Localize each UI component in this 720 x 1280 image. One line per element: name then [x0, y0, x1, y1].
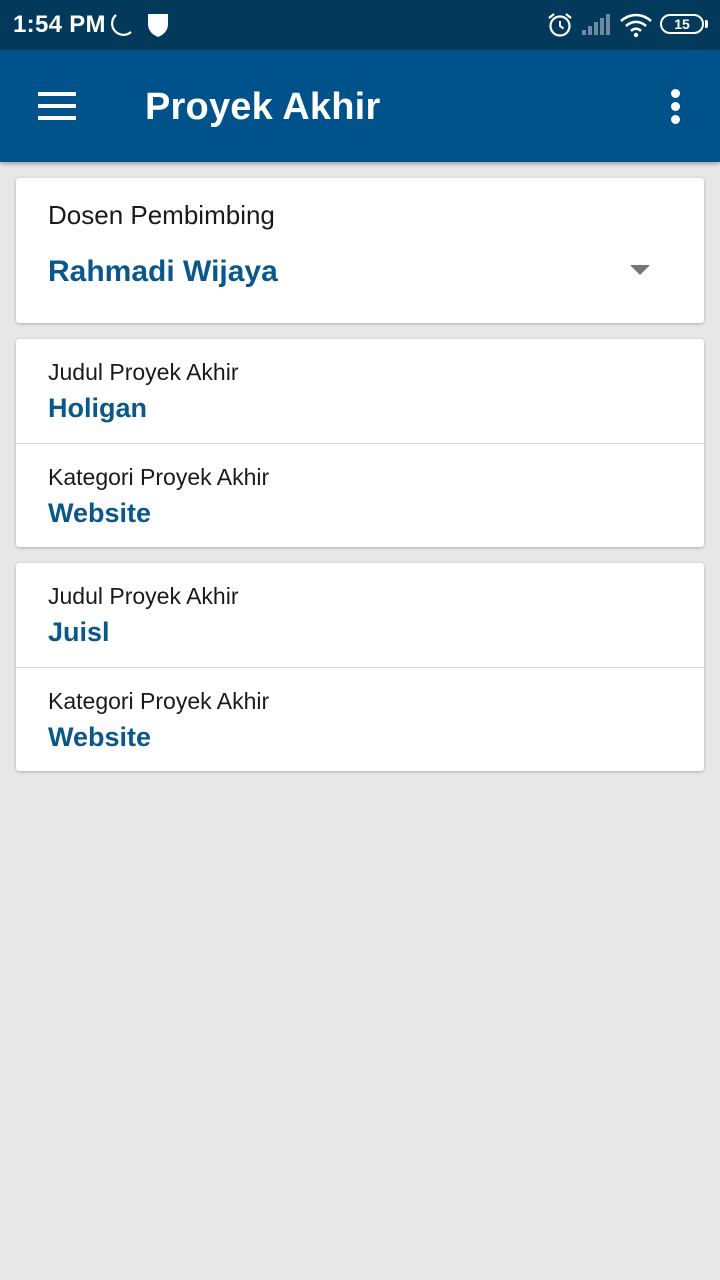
judul-value: Holigan — [48, 393, 147, 423]
status-bar: 1:54 PM 15 — [0, 0, 720, 50]
dosen-pembimbing-card[interactable]: Dosen Pembimbing Rahmadi Wijaya — [16, 178, 704, 323]
battery-icon: 15 — [660, 14, 704, 34]
hamburger-menu-icon[interactable] — [26, 80, 86, 132]
judul-row: Judul Proyek Akhir Juisl — [16, 563, 704, 667]
battery-tip — [705, 20, 708, 28]
project-card[interactable]: Judul Proyek Akhir Juisl Kategori Proyek… — [16, 563, 704, 771]
battery-level: 15 — [674, 16, 690, 32]
judul-label: Judul Proyek Akhir — [48, 583, 239, 609]
dosen-pembimbing-label: Dosen Pembimbing — [48, 200, 275, 230]
judul-row: Judul Proyek Akhir Holigan — [16, 339, 704, 443]
alarm-icon — [548, 13, 572, 37]
dosen-pembimbing-select[interactable]: Rahmadi Wijaya — [48, 255, 278, 289]
more-vert-icon[interactable] — [656, 80, 696, 132]
app-bar: Proyek Akhir — [0, 50, 720, 162]
project-card[interactable]: Judul Proyek Akhir Holigan Kategori Proy… — [16, 339, 704, 547]
signal-icon — [582, 14, 610, 35]
kategori-value: Website — [48, 722, 152, 752]
kategori-label: Kategori Proyek Akhir — [48, 464, 270, 490]
moon-icon — [111, 14, 132, 36]
page-title: Proyek Akhir — [145, 86, 381, 128]
kategori-label: Kategori Proyek Akhir — [48, 688, 270, 714]
judul-value: Juisl — [48, 617, 110, 647]
judul-label: Judul Proyek Akhir — [48, 359, 239, 385]
wifi-icon — [620, 13, 652, 38]
kategori-row: Kategori Proyek Akhir Website — [16, 667, 704, 771]
kategori-value: Website — [48, 498, 152, 528]
dropdown-arrow-icon[interactable] — [630, 265, 650, 275]
shield-icon — [148, 14, 168, 37]
kategori-row: Kategori Proyek Akhir Website — [16, 443, 704, 547]
status-time: 1:54 PM — [13, 11, 106, 38]
